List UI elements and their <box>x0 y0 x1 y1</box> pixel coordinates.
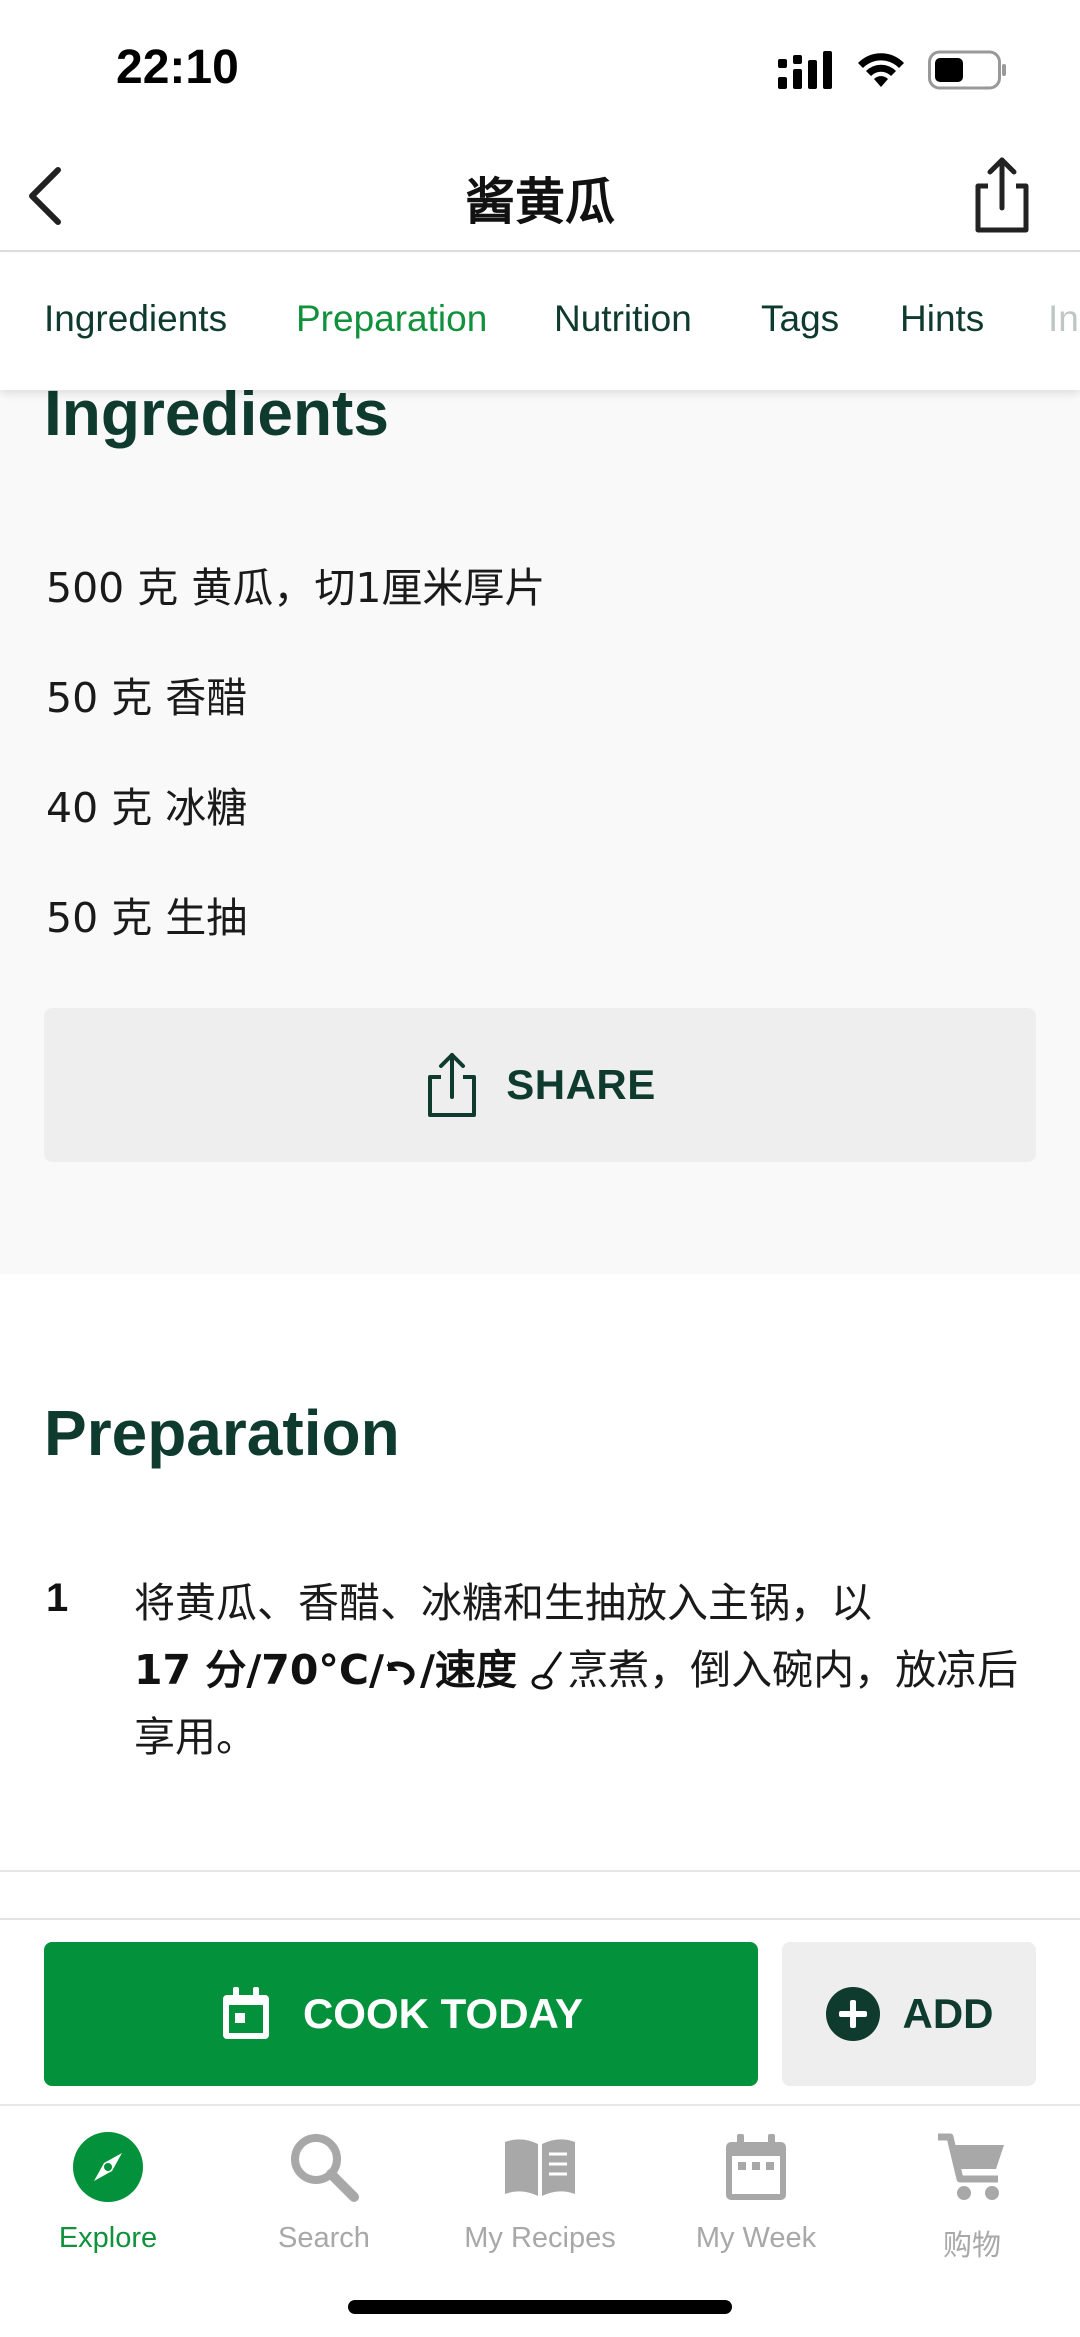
tab-tags[interactable]: Tags <box>761 298 839 340</box>
cart-icon <box>938 2133 1004 2200</box>
calendar-icon <box>222 1987 269 2039</box>
status-bar: 22:10 <box>0 0 1080 140</box>
ingredient-item: 40 克 冰糖 <box>46 784 248 832</box>
plus-circle-icon <box>825 1987 880 2041</box>
nav-my-week[interactable]: My Week <box>648 2126 864 2255</box>
tab-preparation[interactable]: Preparation <box>296 298 487 340</box>
step-text: 将黄瓜、香醋、冰糖和生抽放入主锅，以 17 分/70°C//速度 烹煮，倒入碗内… <box>134 1570 1034 1771</box>
nav-shopping-label: 购物 <box>942 2230 1001 2262</box>
nav-explore[interactable]: Explore <box>0 2126 216 2255</box>
ingredient-item: 500 克 黄瓜，切1厘米厚片 <box>46 564 546 612</box>
share-icon <box>428 1053 477 1117</box>
add-button[interactable]: ADD <box>782 1942 1036 2086</box>
nav-my-recipes[interactable]: My Recipes <box>432 2126 648 2255</box>
search-icon <box>291 2134 359 2202</box>
share-icon <box>975 157 1029 233</box>
reverse-icon <box>386 1661 415 1686</box>
divider <box>0 1870 1080 1872</box>
battery-icon <box>928 50 1008 95</box>
open-book-icon <box>505 2139 575 2196</box>
step-settings-speed: /速度 <box>419 1646 532 1694</box>
status-time: 22:10 <box>116 41 239 94</box>
ingredient-item: 50 克 香醋 <box>46 674 248 722</box>
compass-icon <box>73 2132 143 2202</box>
step-settings-time-temp: 17 分/70°C/ <box>134 1646 384 1694</box>
tab-ingredients[interactable]: Ingredients <box>44 298 227 340</box>
add-label: ADD <box>902 1990 994 2037</box>
share-top-button[interactable] <box>964 152 1040 238</box>
preparation-section: Preparation 1 将黄瓜、香醋、冰糖和生抽放入主锅，以 17 分/70… <box>0 1274 1080 1874</box>
share-button[interactable]: SHARE <box>44 1008 1036 1162</box>
page-title: 酱黄瓜 <box>465 174 615 230</box>
tab-nutrition[interactable]: Nutrition <box>554 298 692 340</box>
nav-search-label: Search <box>278 2222 370 2254</box>
tab-hints[interactable]: Hints <box>900 298 984 340</box>
action-bar: COOK TODAY ADD <box>0 1918 1080 2104</box>
status-icons <box>778 50 1008 94</box>
nav-my-recipes-label: My Recipes <box>464 2222 616 2254</box>
cook-today-label: COOK TODAY <box>302 1990 584 2037</box>
preparation-heading: Preparation <box>44 1397 400 1469</box>
nav-shopping[interactable]: 购物 <box>864 2126 1080 2264</box>
cook-today-button[interactable]: COOK TODAY <box>44 1942 758 2086</box>
tab-more[interactable]: In <box>1048 298 1079 340</box>
step-text-intro: 将黄瓜、香醋、冰糖和生抽放入主锅，以 <box>134 1579 872 1627</box>
ingredient-item: 50 克 生抽 <box>46 894 248 942</box>
wifi-icon <box>856 51 906 94</box>
home-indicator[interactable] <box>348 2300 732 2314</box>
nav-explore-label: Explore <box>58 2222 158 2254</box>
ingredients-section: Ingredients 500 克 黄瓜，切1厘米厚片 50 克 香醋 40 克… <box>0 377 1080 1274</box>
nav-search[interactable]: Search <box>216 2126 432 2255</box>
calendar-icon <box>726 2134 786 2200</box>
share-button-label: SHARE <box>506 1061 656 1108</box>
step-number: 1 <box>46 1576 69 1620</box>
header: 酱黄瓜 <box>0 140 1080 252</box>
cellular-signal-icon <box>778 50 834 94</box>
section-tabs: Ingredients Preparation Nutrition Tags H… <box>0 254 1080 390</box>
spoon-speed-icon <box>531 1651 563 1690</box>
nav-my-week-label: My Week <box>695 2222 817 2254</box>
